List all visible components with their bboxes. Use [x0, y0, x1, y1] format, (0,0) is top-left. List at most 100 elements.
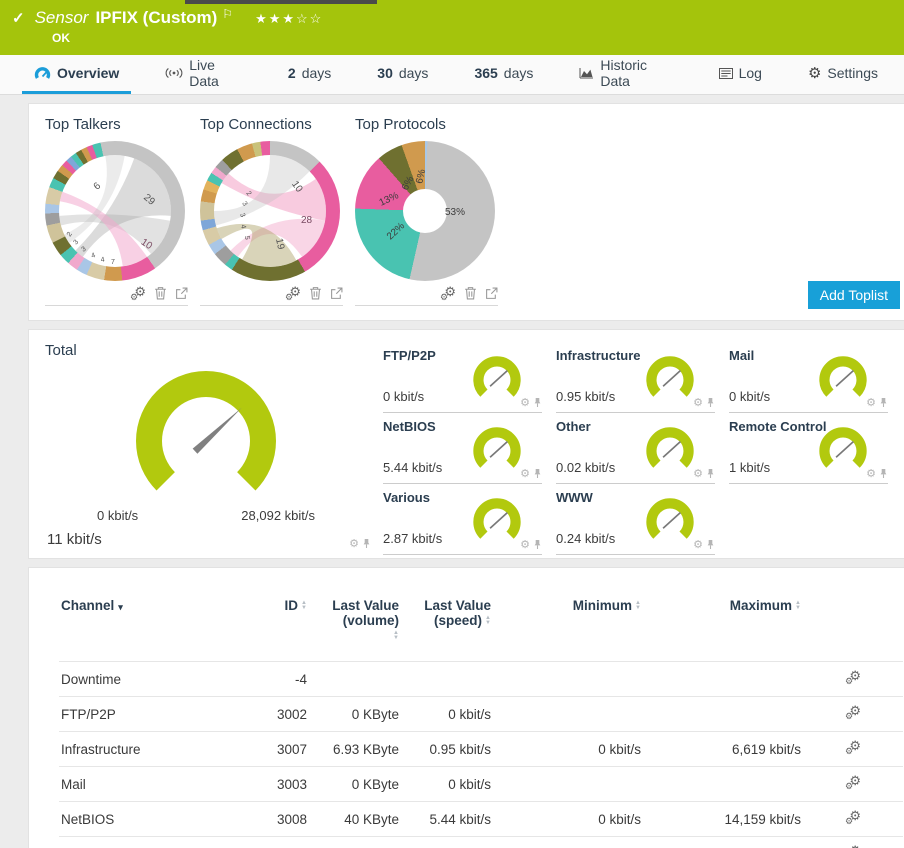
svg-text:3: 3: [72, 239, 80, 247]
tab-historic-data[interactable]: Historic Data: [567, 55, 684, 94]
channel-gauge-cell: Various 2.87 kbit/s ⚙: [383, 484, 542, 555]
channel-gauge-value: 2.87 kbit/s: [383, 531, 443, 546]
cell-id: -4: [249, 661, 309, 697]
channel-table-row[interactable]: Downtime -4 ⚙ ⚙: [59, 661, 903, 697]
toplist-top-talkers[interactable]: Top Talkers 29 6 10 2 3 3 4 4 7 ⚙ ⚙: [45, 116, 188, 306]
cell-minimum: 0 kbit/s: [493, 836, 643, 848]
cell-last-value-speed: 0.02 kbit/s: [401, 836, 493, 848]
sort-icon: ▲ ▼: [795, 600, 801, 612]
gauge-settings-gear-icon[interactable]: ⚙: [866, 467, 876, 480]
channel-gauge-cell: Infrastructure 0.95 kbit/s ⚙: [556, 342, 715, 413]
gauge-pin-icon[interactable]: [706, 397, 715, 408]
total-gauge-value: 11 kbit/s: [47, 531, 102, 548]
tab-log[interactable]: Log: [707, 55, 774, 94]
toplist-top-protocols[interactable]: Top Protocols 53% 22% 13% 6% 6% ⚙ ⚙: [355, 116, 498, 306]
column-header-maximum[interactable]: Maximum ▲ ▼: [643, 594, 803, 662]
cell-channel: Downtime: [59, 661, 249, 697]
cell-channel: Infrastructure: [59, 731, 249, 767]
column-header-last-value-volume[interactable]: Last Value (volume) ▲ ▼: [309, 594, 401, 662]
gauge-settings-gear-icon[interactable]: ⚙: [520, 396, 530, 409]
cell-maximum: [643, 696, 803, 732]
column-header-minimum[interactable]: Minimum ▲ ▼: [493, 594, 643, 662]
channel-gauge-value: 0.95 kbit/s: [556, 389, 616, 404]
channel-table-panel: Channel ▾ ID ▲ ▼ Last Value (volume) ▲ ▼ Last …: [28, 567, 904, 848]
cell-last-value-speed: 5.44 kbit/s: [401, 801, 493, 837]
cell-id: 3003: [249, 766, 309, 802]
gauge-settings-gear-icon[interactable]: ⚙: [693, 467, 703, 480]
toplist-settings-gears-icon[interactable]: ⚙ ⚙: [440, 284, 456, 302]
top-connections-chord-chart[interactable]: 10 28 19 2 3 3 4 5: [200, 141, 340, 281]
sort-icon: ▲ ▼: [301, 600, 307, 612]
gauge-settings-gear-icon[interactable]: ⚙: [693, 396, 703, 409]
cell-id: 3002: [249, 696, 309, 732]
gauge-pin-icon[interactable]: [706, 468, 715, 479]
gauge-settings-gear-icon[interactable]: ⚙: [520, 538, 530, 551]
channel-table-row[interactable]: Mail 3003 0 KByte 0 kbit/s ⚙ ⚙: [59, 766, 903, 802]
edit-channel-gears-icon[interactable]: ⚙⚙: [845, 668, 861, 686]
flag-icon[interactable]: ⚐: [222, 7, 233, 21]
column-header-id[interactable]: ID ▲ ▼: [249, 594, 309, 662]
channel-table-row[interactable]: Other 0 0.14 KByte 0.02 kbit/s 0 kbit/s …: [59, 836, 903, 848]
toplist-settings-gears-icon[interactable]: ⚙ ⚙: [130, 284, 146, 302]
channel-table-body: Downtime -4 ⚙ ⚙ FTP/P2P 3002 0 KByte 0 kb…: [59, 661, 903, 848]
toplist-top-connections[interactable]: Top Connections 10 28 19 2 3 3 4 5 ⚙ ⚙: [200, 116, 343, 306]
top-protocols-donut-chart[interactable]: 53% 22% 13% 6% 6%: [355, 141, 495, 281]
tab-overview[interactable]: Overview: [22, 55, 132, 94]
edit-channel-gears-icon[interactable]: ⚙⚙: [845, 738, 861, 756]
delete-toplist-trash-icon[interactable]: [309, 286, 322, 300]
add-toplist-button[interactable]: Add Toplist: [807, 281, 900, 309]
channel-gauge-title: WWW: [556, 490, 593, 505]
column-header-actions: [803, 594, 903, 662]
gauge-pin-icon[interactable]: [533, 397, 542, 408]
delete-toplist-trash-icon[interactable]: [464, 286, 477, 300]
column-header-last-value-speed[interactable]: Last Value (speed) ▲ ▼: [401, 594, 493, 662]
column-header-channel[interactable]: Channel ▾: [59, 594, 249, 662]
edit-channel-gears-icon[interactable]: ⚙⚙: [845, 773, 861, 791]
channel-gauge-title: FTP/P2P: [383, 348, 436, 363]
gauge-pin-icon[interactable]: [362, 538, 371, 549]
tab-30-days[interactable]: 30 days: [365, 55, 440, 94]
channel-gauge: [819, 356, 867, 397]
tab-365-days[interactable]: 365 days: [462, 55, 545, 94]
gauge-pin-icon[interactable]: [533, 468, 542, 479]
gauge-settings-gear-icon[interactable]: ⚙: [520, 467, 530, 480]
channel-table-row[interactable]: NetBIOS 3008 40 KByte 5.44 kbit/s 0 kbit…: [59, 801, 903, 837]
channel-table-row[interactable]: Infrastructure 3007 6.93 KByte 0.95 kbit…: [59, 731, 903, 767]
gauge-pin-icon[interactable]: [706, 539, 715, 550]
cell-channel: FTP/P2P: [59, 696, 249, 732]
gauge-settings-gear-icon[interactable]: ⚙: [349, 537, 359, 550]
gauge-pin-icon[interactable]: [879, 397, 888, 408]
total-gauge-title: Total: [45, 342, 77, 359]
svg-text:4: 4: [90, 252, 96, 260]
gauge-pin-icon[interactable]: [879, 468, 888, 479]
priority-stars[interactable]: ★★★☆☆: [255, 11, 323, 27]
channel-table-row[interactable]: FTP/P2P 3002 0 KByte 0 kbit/s ⚙ ⚙: [59, 696, 903, 732]
cell-id: 3007: [249, 731, 309, 767]
gauge-settings-gear-icon[interactable]: ⚙: [866, 396, 876, 409]
channel-gauge-title: Other: [556, 419, 591, 434]
cell-last-value-volume: 0 KByte: [309, 766, 401, 802]
cell-last-value-speed: [401, 661, 493, 697]
delete-toplist-trash-icon[interactable]: [154, 286, 167, 300]
channel-gauge-value: 0.24 kbit/s: [556, 531, 616, 546]
channel-gauge-title: Various: [383, 490, 430, 505]
toplist-title: Top Connections: [200, 116, 312, 133]
tab-live-data[interactable]: Live Data: [153, 55, 254, 94]
edit-channel-gears-icon[interactable]: ⚙⚙: [845, 703, 861, 721]
gauge-settings-gear-icon[interactable]: ⚙: [693, 538, 703, 551]
tab-2-days[interactable]: 2 days: [276, 55, 343, 94]
cell-id: 3008: [249, 801, 309, 837]
cell-id: 0: [249, 836, 309, 848]
sort-icon: ▲ ▼: [485, 615, 491, 627]
gauge-pin-icon[interactable]: [533, 539, 542, 550]
tab-settings[interactable]: ⚙ Settings: [796, 55, 890, 94]
cell-minimum: [493, 661, 643, 697]
toplist-settings-gears-icon[interactable]: ⚙ ⚙: [285, 284, 301, 302]
edit-channel-gears-icon[interactable]: ⚙⚙: [845, 808, 861, 826]
open-toplist-external-link-icon[interactable]: [330, 287, 343, 300]
open-toplist-external-link-icon[interactable]: [485, 287, 498, 300]
open-toplist-external-link-icon[interactable]: [175, 287, 188, 300]
top-talkers-chord-chart[interactable]: 29 6 10 2 3 3 4 4 7: [45, 141, 185, 281]
svg-text:3: 3: [238, 212, 246, 218]
channel-gauge: [473, 498, 521, 539]
